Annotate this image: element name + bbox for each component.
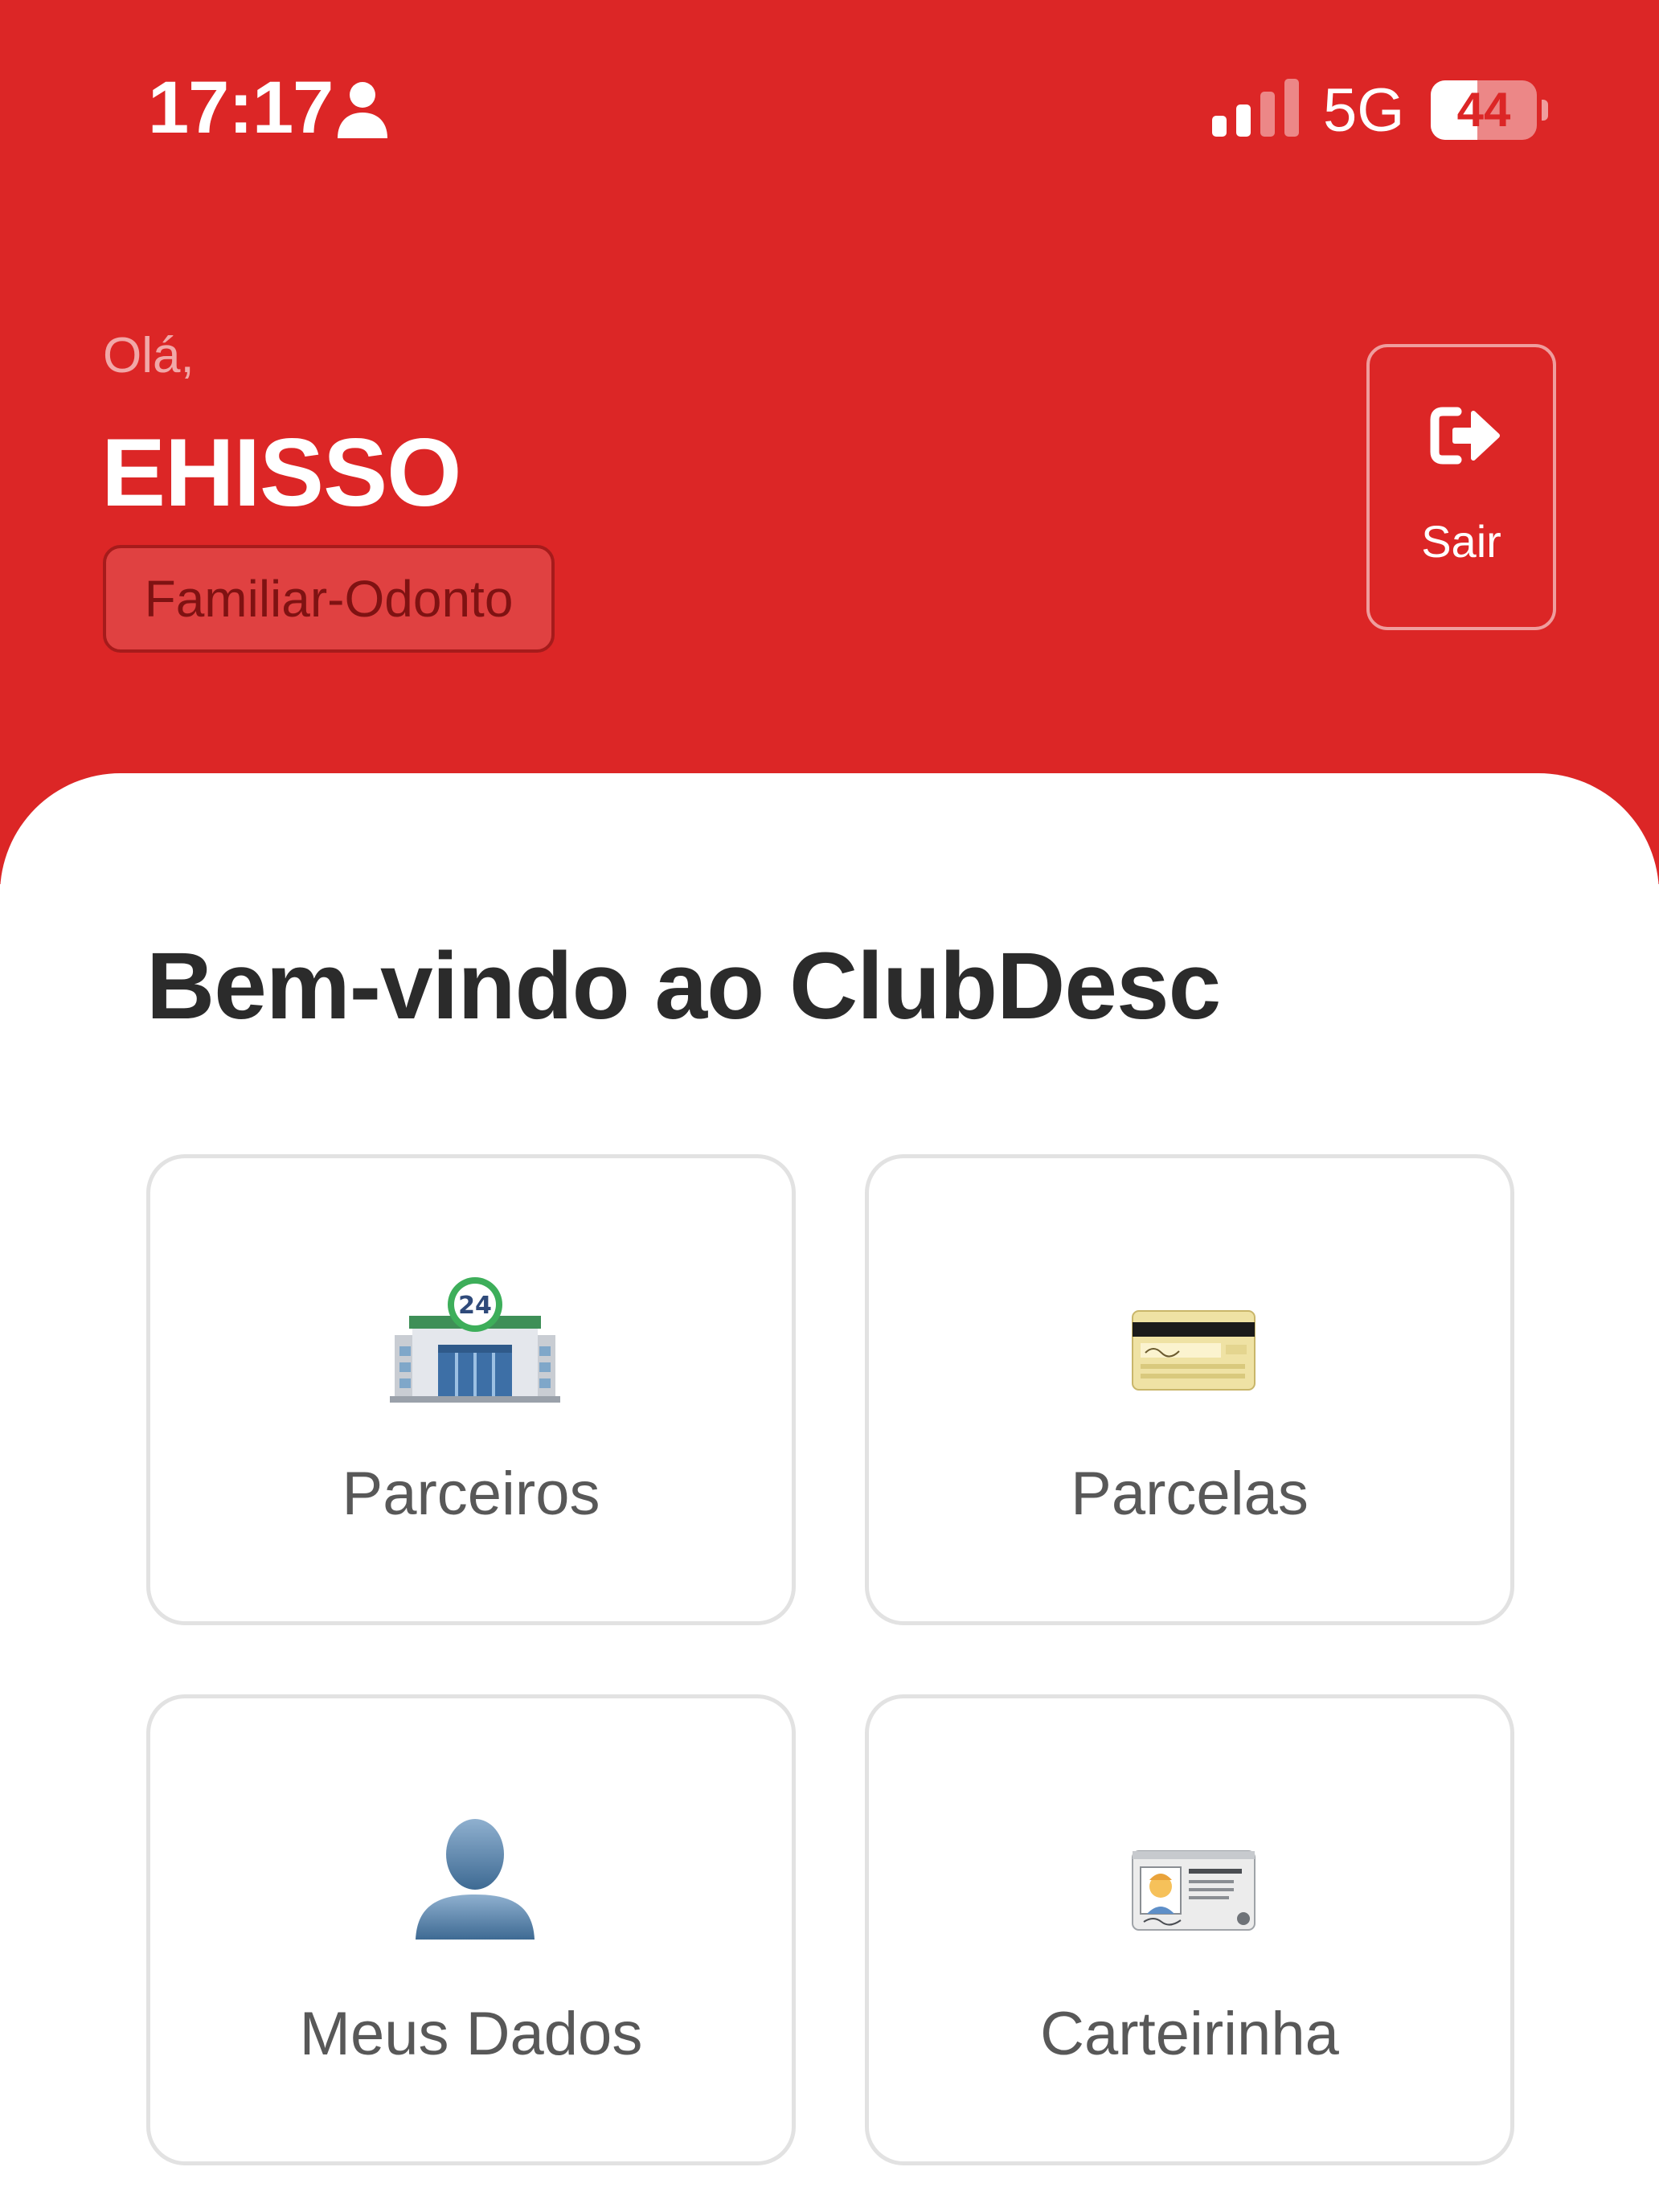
welcome-title: Bem-vindo ao ClubDesc bbox=[146, 933, 1221, 1039]
svg-text:24: 24 bbox=[458, 1292, 492, 1320]
signal-strength-icon bbox=[1212, 79, 1299, 137]
parcelas-label: Parcelas bbox=[1071, 1460, 1309, 1528]
carteirinha-card[interactable]: Carteirinha bbox=[865, 1694, 1514, 2165]
battery-tip bbox=[1542, 100, 1548, 121]
parceiros-card[interactable]: 24 Parceiros bbox=[146, 1154, 796, 1625]
meus-dados-card[interactable]: Meus Dados bbox=[146, 1694, 796, 2165]
battery-icon: 44 bbox=[1431, 80, 1551, 140]
sign-out-icon bbox=[1430, 407, 1500, 465]
network-type: 5G bbox=[1323, 76, 1405, 145]
carteirinha-label: Carteirinha bbox=[1040, 2000, 1339, 2068]
plan-badge: Familiar-Odonto bbox=[103, 545, 555, 653]
battery-level: 44 bbox=[1456, 83, 1511, 137]
convenience-store-icon: 24 bbox=[390, 1277, 560, 1403]
logout-label: Sair bbox=[1421, 516, 1501, 567]
user-name: EHISSO bbox=[101, 419, 461, 526]
credit-card-icon bbox=[1132, 1310, 1256, 1391]
status-time: 17:17 bbox=[148, 67, 334, 149]
parceiros-label: Parceiros bbox=[342, 1460, 600, 1528]
person-icon bbox=[338, 82, 387, 138]
logout-button[interactable]: Sair bbox=[1366, 344, 1556, 630]
id-card-icon bbox=[1132, 1850, 1256, 1931]
battery-body: 44 bbox=[1431, 80, 1537, 140]
parcelas-card[interactable]: Parcelas bbox=[865, 1154, 1514, 1625]
meus-dados-label: Meus Dados bbox=[299, 2000, 643, 2068]
user-silhouette-icon bbox=[416, 1819, 535, 1940]
greeting-text: Olá, bbox=[103, 328, 195, 383]
